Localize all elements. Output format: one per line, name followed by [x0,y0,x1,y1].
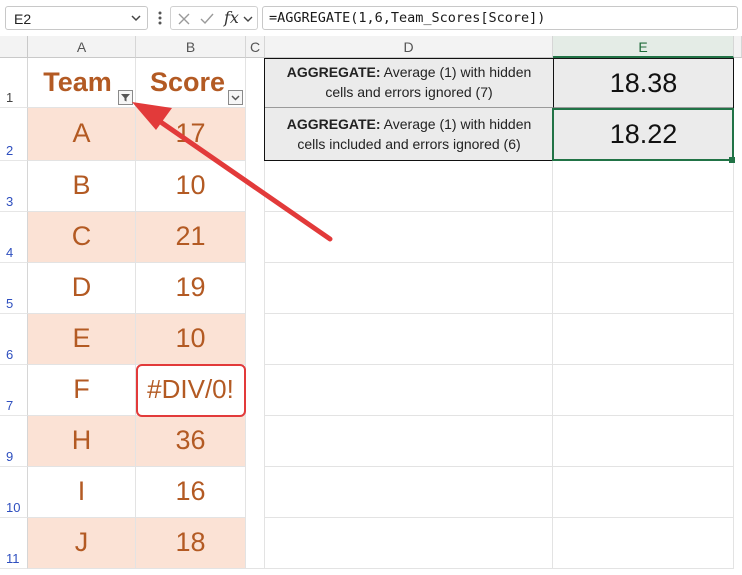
cancel-icon[interactable] [176,11,192,27]
formula-bar: E2 fx =AGGREGATE(1,6,Team_Scores[Score]) [0,0,742,37]
formula-actions: fx [170,6,258,30]
formula-input[interactable]: =AGGREGATE(1,6,Team_Scores[Score]) [262,6,738,30]
name-box-value: E2 [14,11,32,27]
enter-check-icon[interactable] [199,11,215,27]
worksheet-grid: A B C D E 1 2 3 4 5 6 7 9 10 11 Team Sco… [0,36,742,575]
annotation-arrow [132,102,333,242]
more-options-icon[interactable] [156,9,164,27]
insert-function-icon[interactable]: fx [224,8,239,27]
chevron-down-icon[interactable] [242,13,254,25]
name-box[interactable]: E2 [5,6,148,30]
chevron-down-icon[interactable] [129,11,143,25]
formula-text: =AGGREGATE(1,6,Team_Scores[Score]) [269,10,546,26]
